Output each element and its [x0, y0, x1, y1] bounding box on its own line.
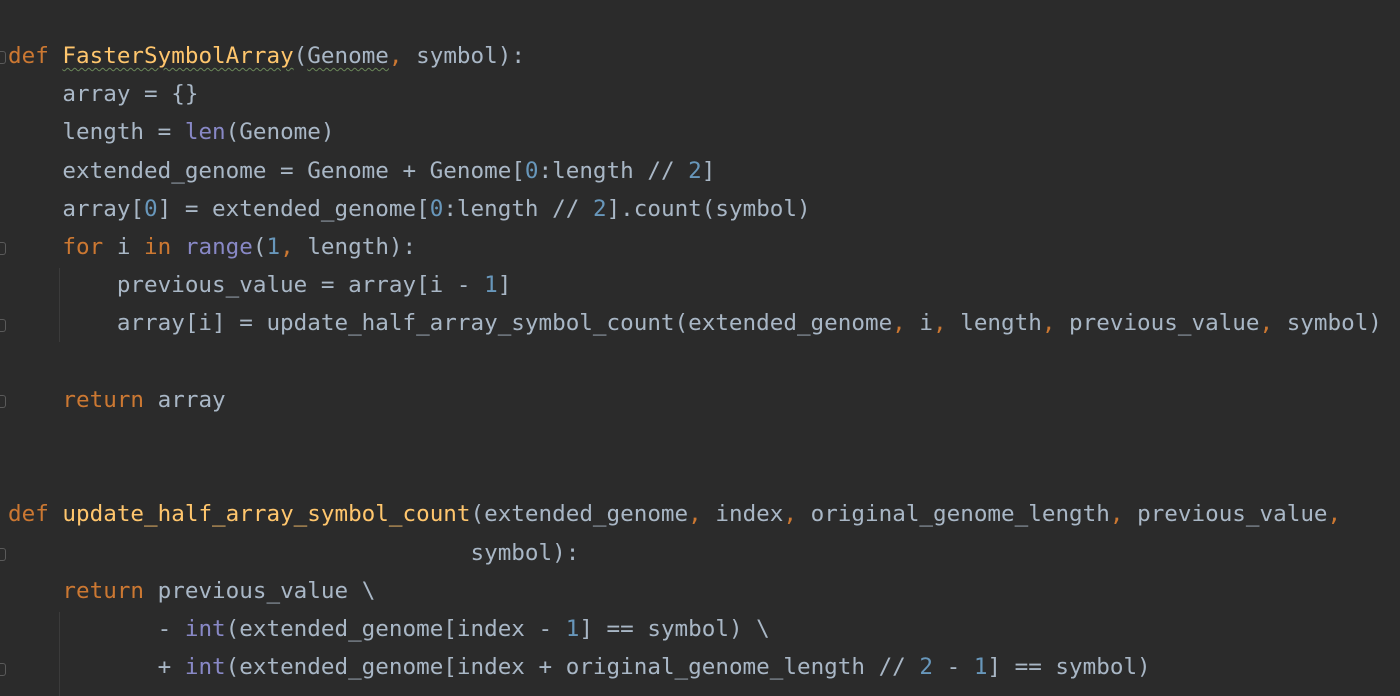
code-token: ,: [388, 43, 403, 69]
code-token: return: [62, 577, 145, 604]
code-token: symbol): [1273, 310, 1382, 337]
code-token: ] = extended_genome[: [157, 195, 430, 222]
code-token: (extended_genome[index -: [225, 616, 566, 642]
code-token: ,: [1041, 310, 1056, 337]
code-line[interactable]: return previous_value \: [8, 572, 375, 610]
code-token: (Genome): [225, 119, 335, 146]
code-editor[interactable]: def FasterSymbolArray(Genome, symbol): a…: [0, 0, 1400, 696]
code-token: def: [8, 501, 49, 528]
code-token: previous_value \: [144, 577, 376, 604]
code-token: def: [8, 43, 49, 69]
fold-marker-icon[interactable]: [0, 51, 6, 64]
code-token: :length //: [538, 157, 689, 184]
code-token: (extended_genome[index + original_genome…: [225, 654, 920, 681]
code-token: length =: [8, 119, 185, 146]
code-token: index: [701, 501, 784, 528]
code-token: previous_value: [1055, 310, 1260, 337]
code-token: 1: [266, 234, 281, 260]
code-token: (: [293, 43, 308, 69]
code-line[interactable]: symbol):: [8, 534, 579, 572]
code-token: 1: [973, 654, 988, 681]
code-token: ,: [783, 501, 797, 528]
code-line[interactable]: length = len(Genome): [8, 113, 334, 151]
code-line[interactable]: array = {}: [8, 75, 198, 113]
code-line[interactable]: extended_genome = Genome + Genome[0:leng…: [8, 152, 715, 190]
code-token: ,: [1109, 501, 1124, 528]
code-token: length):: [293, 234, 417, 260]
code-token: -: [933, 654, 974, 681]
code-token: ] == symbol) \: [579, 616, 770, 642]
fold-marker-icon[interactable]: [0, 319, 6, 332]
code-token: original_genome_length: [797, 501, 1110, 528]
code-token: previous_value: [1123, 501, 1328, 528]
code-token: array[i] = update_half_array_symbol_coun…: [8, 310, 893, 337]
code-token: ]: [701, 157, 716, 184]
code-token: ,: [1259, 310, 1274, 337]
code-token: 0: [429, 195, 444, 222]
code-token: in: [144, 234, 172, 260]
code-token: update_half_array_symbol_count: [62, 501, 471, 528]
code-token: :length //: [443, 195, 593, 222]
code-token: range: [184, 234, 253, 260]
code-token: 0: [144, 195, 158, 222]
fold-marker-icon[interactable]: [0, 242, 6, 255]
code-token: +: [8, 654, 185, 681]
code-token: ,: [1327, 501, 1342, 528]
code-token: extended_genome = Genome + Genome[: [8, 157, 525, 184]
code-token: int: [184, 654, 226, 681]
code-token: ] == symbol): [987, 654, 1151, 681]
code-token: 1: [484, 272, 498, 299]
code-line[interactable]: def FasterSymbolArray(Genome, symbol):: [8, 37, 525, 75]
fold-marker-icon[interactable]: [0, 663, 6, 676]
fold-marker-icon[interactable]: [0, 395, 6, 408]
code-token: i: [905, 310, 933, 337]
code-token: len: [184, 119, 226, 146]
fold-marker-icon[interactable]: [0, 548, 6, 561]
code-token: ,: [892, 310, 906, 337]
code-line[interactable]: + int(extended_genome[index + original_g…: [8, 648, 1151, 686]
code-token: (extended_genome: [470, 501, 689, 528]
code-token: previous_value = array[i -: [8, 272, 485, 299]
code-line[interactable]: array[0] = extended_genome[0:length // 2…: [8, 190, 811, 228]
code-token: Genome: [307, 43, 389, 69]
code-line[interactable]: for i in range(1, length):: [8, 228, 416, 266]
code-token: FasterSymbolArray: [62, 43, 294, 69]
code-token: (: [252, 234, 267, 260]
code-line[interactable]: - int(extended_genome[index - 1] == symb…: [8, 610, 770, 648]
code-line[interactable]: def update_half_array_symbol_count(exten…: [8, 495, 1341, 533]
code-token: symbol):: [402, 43, 525, 69]
code-token: 2: [592, 195, 607, 222]
code-token: ,: [280, 234, 294, 260]
code-token: -: [8, 616, 185, 642]
code-token: 2: [919, 654, 933, 681]
code-token: array: [144, 386, 226, 413]
code-token: array = {}: [8, 81, 199, 108]
code-token: symbol):: [8, 539, 580, 566]
code-token: ]: [497, 272, 512, 299]
code-token: ,: [933, 310, 947, 337]
code-token: 0: [524, 157, 539, 184]
code-token: ,: [688, 501, 702, 528]
code-token: int: [184, 616, 226, 642]
code-line[interactable]: previous_value = array[i - 1]: [8, 266, 512, 304]
code-line[interactable]: array[i] = update_half_array_symbol_coun…: [8, 304, 1382, 342]
code-token: 2: [688, 157, 702, 184]
code-token: ].count(symbol): [606, 195, 811, 222]
code-token: i: [103, 234, 145, 260]
code-token: return: [62, 386, 145, 413]
code-token: 1: [565, 616, 580, 642]
code-token: array[: [8, 195, 145, 222]
code-line[interactable]: return array: [8, 381, 226, 419]
code-token: length: [946, 310, 1042, 337]
code-token: for: [62, 234, 104, 260]
